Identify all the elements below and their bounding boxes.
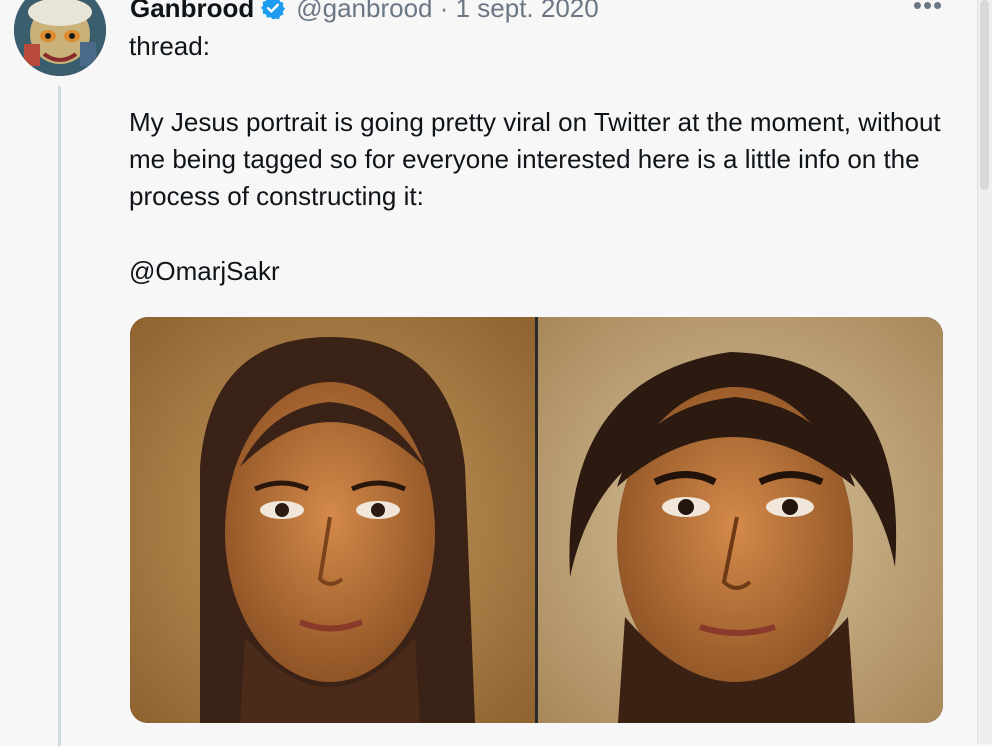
thread-connector-line (58, 86, 61, 746)
scrollbar-thumb[interactable] (980, 0, 989, 190)
tweet-media-image[interactable] (130, 317, 943, 723)
author-display-name[interactable]: Ganbrood (130, 0, 254, 24)
tweet-header: Ganbrood @ganbrood · 1 sept. 2020 (130, 0, 599, 28)
portrait-long-hair (130, 317, 535, 723)
tweet-text-body: My Jesus portrait is going pretty viral … (129, 107, 941, 211)
avatar-icon (14, 0, 106, 76)
tweet-text-intro: thread: (129, 31, 210, 61)
avatar[interactable] (14, 0, 106, 76)
author-handle-and-date[interactable]: @ganbrood · 1 sept. 2020 (296, 0, 599, 24)
tweet: Ganbrood @ganbrood · 1 sept. 2020 ••• th… (0, 0, 992, 746)
more-options-icon[interactable]: ••• (910, 0, 946, 28)
scrollbar[interactable] (977, 0, 992, 744)
portrait-short-hair (538, 317, 943, 723)
mention-link[interactable]: @OmarjSakr (129, 253, 959, 290)
verified-badge-icon (260, 0, 286, 21)
